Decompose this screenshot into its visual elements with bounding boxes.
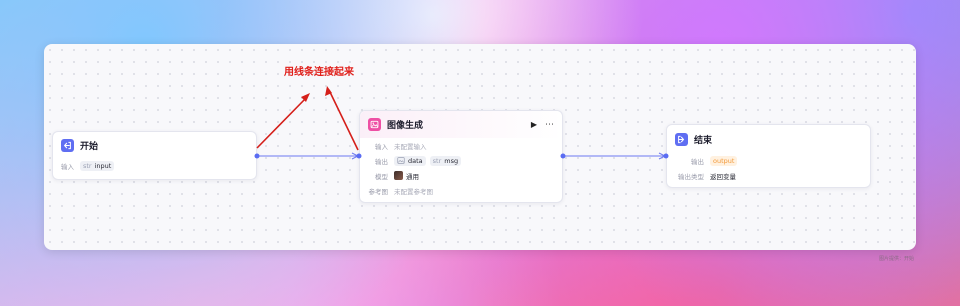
start-node[interactable]: 开始 输入 str input [52,131,257,180]
start-input-tag[interactable]: str input [80,160,115,171]
annotation-arrow-right [328,89,359,151]
image-input-value: 未配置输入 [394,142,427,151]
image-model-value: 通用 [406,172,419,181]
workflow-canvas[interactable]: 开始 输入 str input 图像生成 ▶ ⋯ 输入 未配置输入 输出 dat… [44,44,916,250]
login-arrow-icon [61,138,74,152]
more-dots-icon[interactable]: ⋯ [545,120,554,130]
image-node-title: 图像生成 [387,121,424,131]
image-output-row: 输出 data str msg [364,153,562,168]
watermark: 图片提供：开始 [879,256,915,262]
model-avatar [394,171,403,180]
image-gen-node[interactable]: 图像生成 ▶ ⋯ 输入 未配置输入 输出 data str msg 模型 通用 … [359,110,563,203]
annotation-arrow-left [256,96,308,149]
image-output-label: 输出 [375,157,388,166]
end-output-label: 输出 [691,157,704,166]
edge-arrowhead-2 [658,152,667,160]
end-output-name: output [713,156,735,165]
image-ref-label: 参考图 [368,187,389,196]
end-output-tag[interactable]: output [710,155,738,166]
output-msg-name: msg [444,156,459,165]
start-input-row: 输入 str input [53,158,256,173]
annotation-arrowhead-right [325,86,332,96]
start-input-name: input [94,161,112,170]
start-node-title: 开始 [80,141,99,152]
output-msg-tag[interactable]: str msg [429,155,462,166]
end-node-title: 结束 [694,135,713,146]
image-node-header: 图像生成 ▶ ⋯ [360,111,562,138]
image-model-label: 模型 [375,172,388,181]
end-type-row: 输出类型 返回变量 [671,168,870,183]
start-node-header: 开始 [53,132,256,158]
end-type-label: 输出类型 [678,172,704,181]
output-image-type-icon [397,157,405,164]
image-ref-value: 未配置参考图 [394,187,433,196]
exit-arrow-icon [675,132,688,146]
play-icon[interactable]: ▶ [531,120,537,129]
end-node-header: 结束 [667,125,870,153]
start-input-label: 输入 [61,162,74,171]
output-data-name: data [408,156,423,165]
end-type-value: 返回变量 [710,172,736,181]
image-input-label: 输入 [375,142,388,151]
output-data-tag[interactable]: data [394,155,426,166]
image-ref-row: 参考图 未配置参考图 [364,183,562,198]
output-msg-type: str [432,156,442,165]
annotation-arrowhead-left [301,93,310,102]
image-icon [368,118,381,131]
end-output-row: 输出 output [671,153,870,168]
edge-arrowhead-1 [351,152,360,160]
end-node[interactable]: 结束 输出 output 输出类型 返回变量 [666,124,871,188]
annotation-text: 用线条连接起来 [284,67,354,78]
image-input-row: 输入 未配置输入 [364,138,562,153]
start-input-type: str [83,161,92,170]
image-model-row: 模型 通用 [364,168,562,183]
